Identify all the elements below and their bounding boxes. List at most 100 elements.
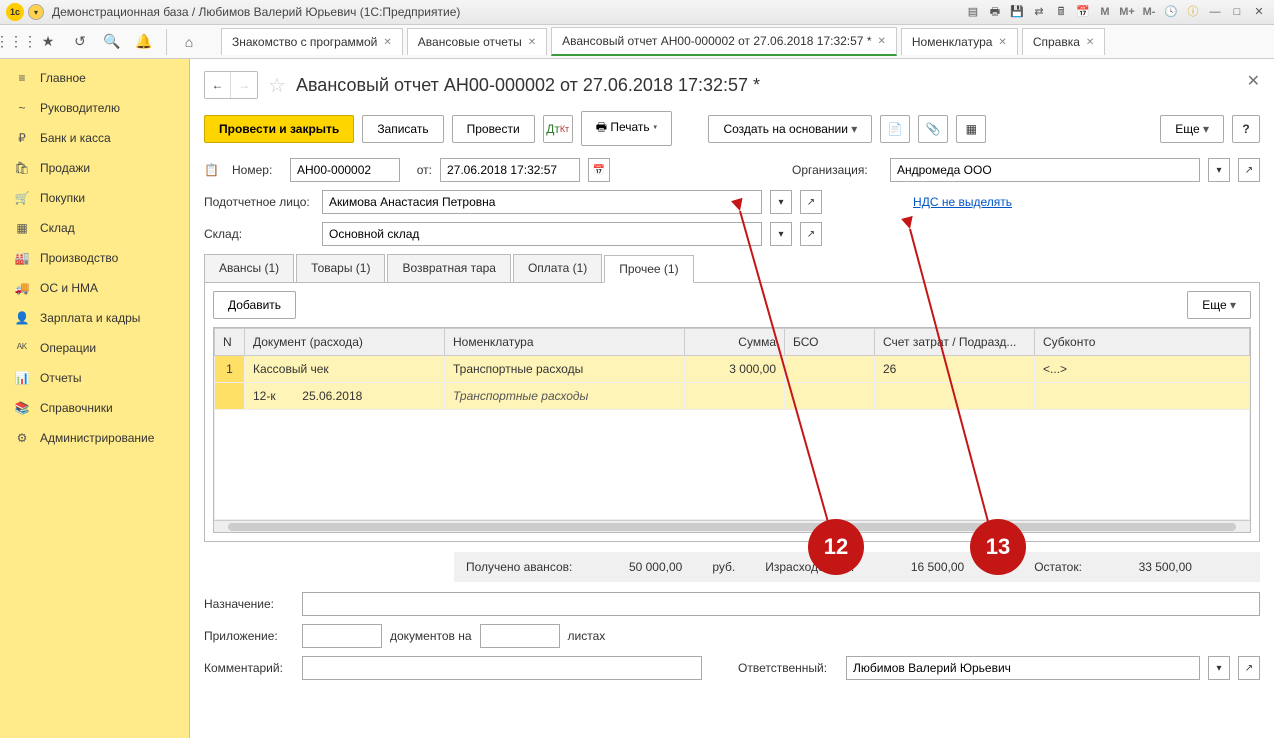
dropdown-icon[interactable]: ▾ xyxy=(770,190,792,214)
post-close-button[interactable]: Провести и закрыть xyxy=(204,115,354,143)
maximize-icon[interactable]: □ xyxy=(1228,3,1246,21)
bar-icon: 📊 xyxy=(14,371,30,385)
sidebar-item-warehouse[interactable]: ▦Склад xyxy=(0,213,189,243)
list-icon[interactable]: ▦ xyxy=(956,115,986,143)
open-icon[interactable]: ↗ xyxy=(800,190,822,214)
forward-button[interactable]: → xyxy=(231,72,257,98)
dropdown-icon[interactable]: ▾ xyxy=(770,222,792,246)
close-icon[interactable]: ✕ xyxy=(528,37,536,48)
sidebar-item-production[interactable]: 🏭Производство xyxy=(0,243,189,273)
sidebar-item-manager[interactable]: ~Руководителю xyxy=(0,93,189,123)
sheets-input[interactable] xyxy=(480,624,560,648)
dropdown-icon[interactable]: ▾ xyxy=(1208,656,1230,680)
tab-current-doc[interactable]: Авансовый отчет АН00-000002 от 27.06.201… xyxy=(551,27,897,56)
person-icon: 👤 xyxy=(14,311,30,325)
open-icon[interactable]: ↗ xyxy=(1238,656,1260,680)
warehouse-input[interactable] xyxy=(322,222,762,246)
scrollbar[interactable] xyxy=(214,520,1250,532)
sidebar-item-admin[interactable]: ⚙Администрирование xyxy=(0,423,189,453)
minimize-icon[interactable]: — xyxy=(1206,3,1224,21)
sidebar-item-catalogs[interactable]: 📚Справочники xyxy=(0,393,189,423)
m-icon[interactable]: M xyxy=(1096,3,1114,21)
close-icon[interactable]: ✕ xyxy=(383,37,391,48)
save-button[interactable]: Записать xyxy=(362,115,443,143)
add-button[interactable]: Добавить xyxy=(213,291,296,319)
person-input[interactable] xyxy=(322,190,762,214)
calc-icon[interactable]: 🖩 xyxy=(1052,3,1070,21)
info-icon[interactable]: ⓘ xyxy=(1184,3,1202,21)
col-bso[interactable]: БСО xyxy=(785,329,875,356)
print-button[interactable]: 🖶 Печать xyxy=(581,111,673,146)
col-nomen[interactable]: Номенклатура xyxy=(445,329,685,356)
create-based-button[interactable]: Создать на основании xyxy=(708,115,872,143)
tab-nomenclature[interactable]: Номенклатура✕ xyxy=(901,28,1018,55)
favorite-icon[interactable]: ★ xyxy=(38,32,58,52)
calendar-icon[interactable]: 📅 xyxy=(588,158,610,182)
col-doc[interactable]: Документ (расхода) xyxy=(245,329,445,356)
bell-icon[interactable]: 🔔 xyxy=(134,32,154,52)
sidebar-item-main[interactable]: ≡Главное xyxy=(0,63,189,93)
date-input[interactable] xyxy=(440,158,580,182)
close-icon[interactable]: ✕ xyxy=(1086,37,1094,48)
docs-count-input[interactable] xyxy=(302,624,382,648)
search-icon[interactable]: 🔍 xyxy=(102,32,122,52)
tab-intro[interactable]: Знакомство с программой✕ xyxy=(221,28,403,55)
home-icon[interactable]: ⌂ xyxy=(179,32,199,52)
close-icon[interactable]: ✕ xyxy=(1247,71,1260,91)
print-icon[interactable]: 🖶 xyxy=(986,3,1004,21)
close-icon[interactable]: ✕ xyxy=(878,36,886,47)
tab-returnable[interactable]: Возвратная тара xyxy=(387,254,511,282)
app-icon: 1c xyxy=(6,3,24,21)
tab-other[interactable]: Прочее (1) xyxy=(604,255,693,283)
org-input[interactable] xyxy=(890,158,1200,182)
m-minus-icon[interactable]: M- xyxy=(1140,3,1158,21)
tab-advance-reports[interactable]: Авансовые отчеты✕ xyxy=(407,28,547,55)
tab-payment[interactable]: Оплата (1) xyxy=(513,254,602,282)
comment-input[interactable] xyxy=(302,656,702,680)
open-icon[interactable]: ↗ xyxy=(800,222,822,246)
col-sub[interactable]: Субконто xyxy=(1035,329,1250,356)
apps-icon[interactable]: ⋮⋮⋮ xyxy=(6,32,26,52)
person-label: Подотчетное лицо: xyxy=(204,195,314,209)
purpose-input[interactable] xyxy=(302,592,1260,616)
resp-input[interactable] xyxy=(846,656,1200,680)
number-input[interactable] xyxy=(290,158,400,182)
sidebar-item-purchases[interactable]: 🛒Покупки xyxy=(0,183,189,213)
back-button[interactable]: ← xyxy=(205,72,231,98)
tab-goods[interactable]: Товары (1) xyxy=(296,254,385,282)
more-button[interactable]: Еще xyxy=(1160,115,1224,143)
tab-help[interactable]: Справка✕ xyxy=(1022,28,1105,55)
history-icon[interactable]: ↺ xyxy=(70,32,90,52)
dropdown-icon[interactable]: ▾ xyxy=(1208,158,1230,182)
app-dropdown-icon[interactable]: ▾ xyxy=(28,4,44,20)
calendar-icon[interactable]: 📅 xyxy=(1074,3,1092,21)
close-window-icon[interactable]: ✕ xyxy=(1250,3,1268,21)
sidebar-item-sales[interactable]: 🛍Продажи xyxy=(0,153,189,183)
col-n[interactable]: N xyxy=(215,329,245,356)
sidebar-item-reports[interactable]: 📊Отчеты xyxy=(0,363,189,393)
sidebar-item-operations[interactable]: ᴬᴷОперации xyxy=(0,333,189,363)
post-button[interactable]: Провести xyxy=(452,115,535,143)
table-row-sub[interactable]: 12-к 25.06.2018 Транспортные расходы xyxy=(215,383,1250,410)
m-plus-icon[interactable]: M+ xyxy=(1118,3,1136,21)
compare-icon[interactable]: ⇄ xyxy=(1030,3,1048,21)
help-button[interactable]: ? xyxy=(1232,115,1260,143)
col-acct[interactable]: Счет затрат / Подразд... xyxy=(875,329,1035,356)
sidebar-item-payroll[interactable]: 👤Зарплата и кадры xyxy=(0,303,189,333)
clock-icon[interactable]: 🕓 xyxy=(1162,3,1180,21)
vat-link[interactable]: НДС не выделять xyxy=(913,195,1012,209)
close-icon[interactable]: ✕ xyxy=(998,37,1006,48)
sidebar-item-assets[interactable]: 🚚ОС и НМА xyxy=(0,273,189,303)
save-icon[interactable]: 💾 xyxy=(1008,3,1026,21)
star-icon[interactable]: ☆ xyxy=(268,73,286,98)
report-icon[interactable]: 📄 xyxy=(880,115,910,143)
toolbar-icon[interactable]: ▤ xyxy=(964,3,982,21)
open-icon[interactable]: ↗ xyxy=(1238,158,1260,182)
col-sum[interactable]: Сумма xyxy=(685,329,785,356)
attach-icon[interactable]: 📎 xyxy=(918,115,948,143)
sidebar-item-bank[interactable]: ₽Банк и касса xyxy=(0,123,189,153)
table-row[interactable]: 1 Кассовый чек Транспортные расходы 3 00… xyxy=(215,356,1250,383)
grid-more-button[interactable]: Еще xyxy=(1187,291,1251,319)
tab-advances[interactable]: Авансы (1) xyxy=(204,254,294,282)
dt-kt-icon[interactable]: ДтКт xyxy=(543,115,573,143)
